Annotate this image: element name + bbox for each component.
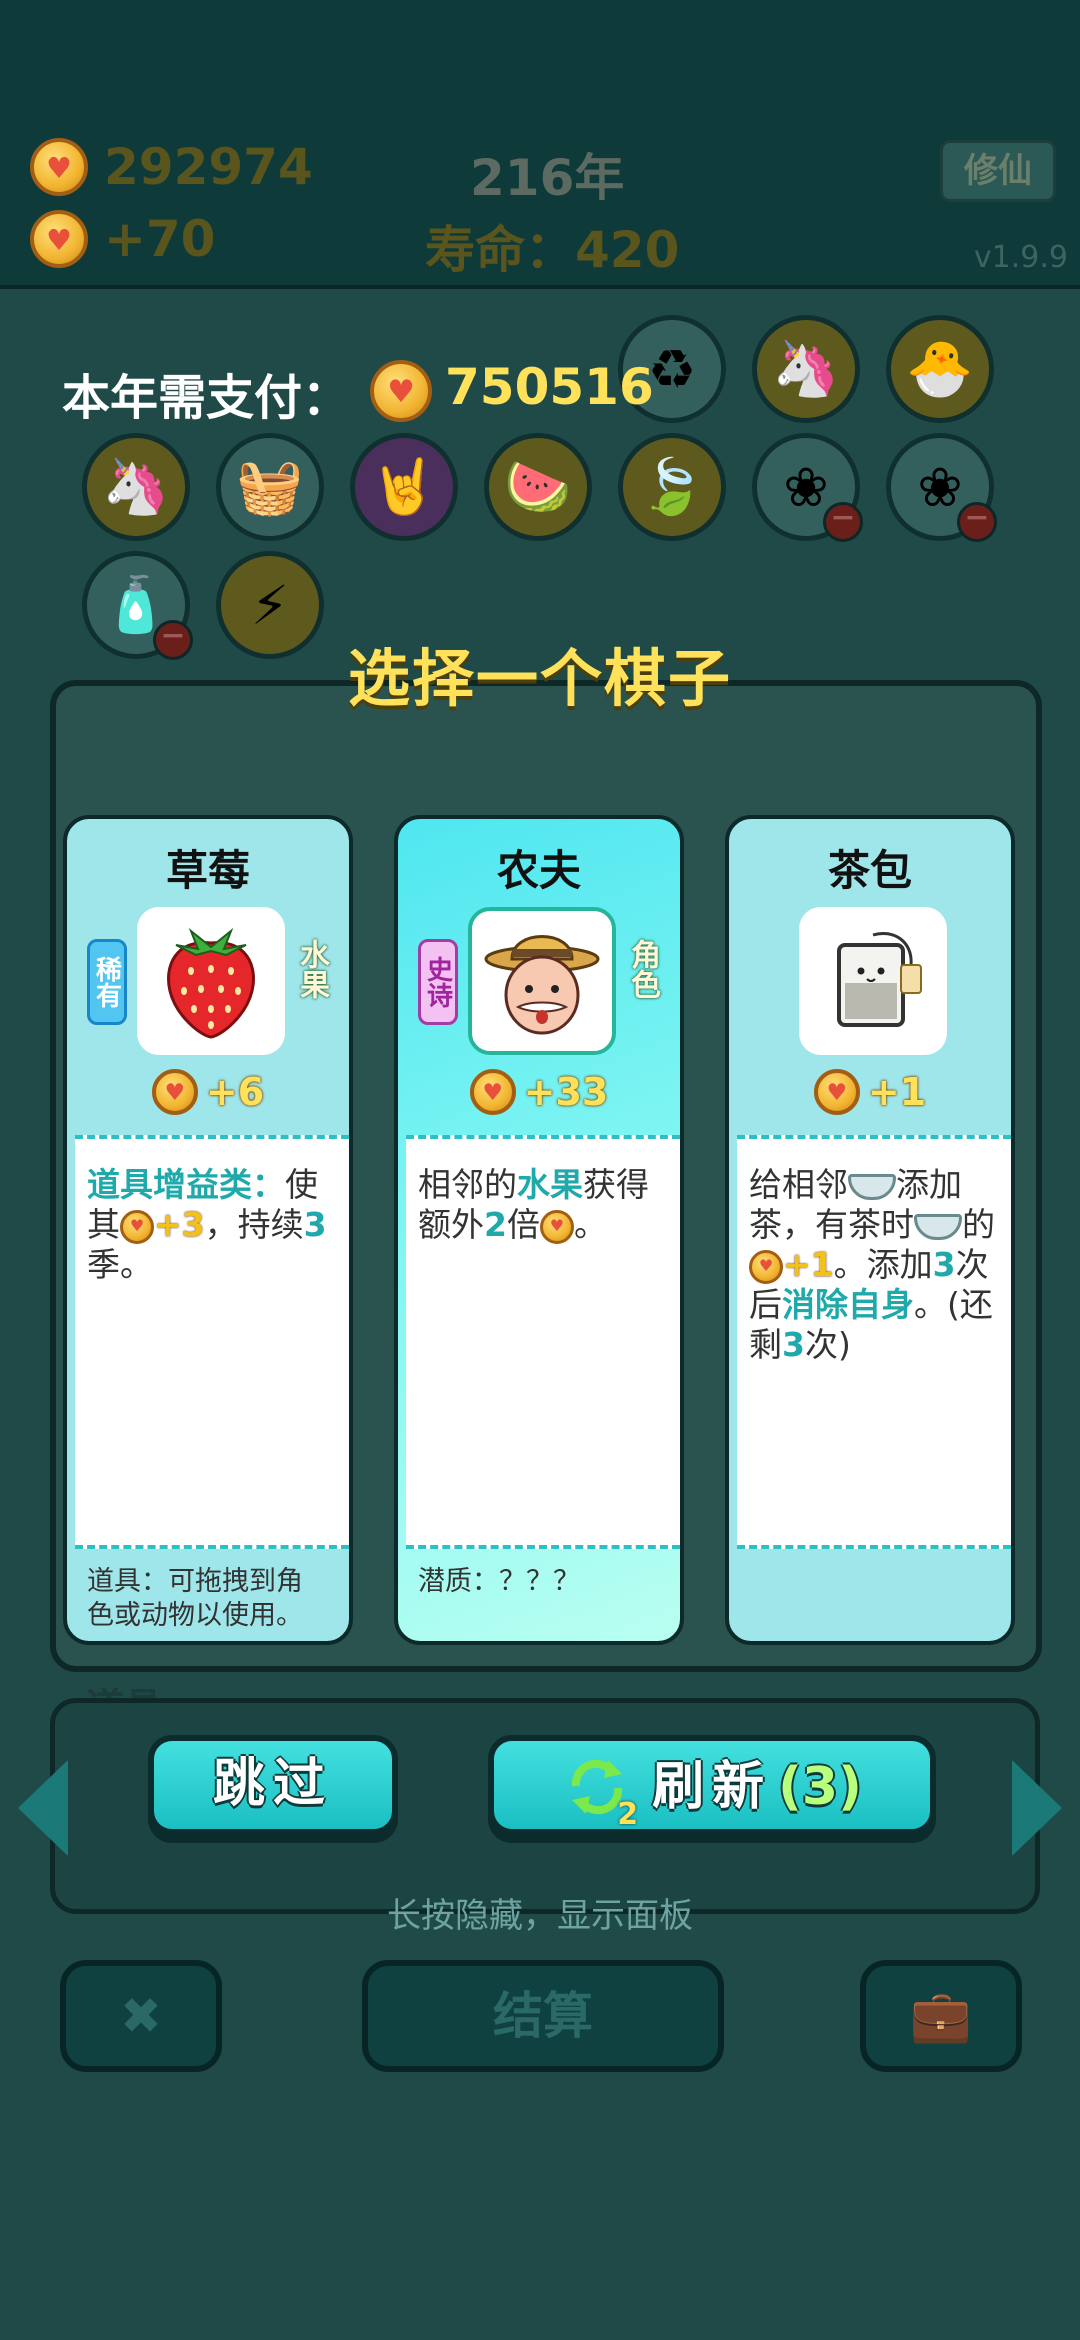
desc-segment: 2	[484, 1205, 507, 1244]
slot-6: 🤘	[350, 433, 458, 541]
piece-card-strawberry[interactable]: 草莓 稀有 水果 +6 道具增益类：使其+3，持续3季。 道具：可拖拽到角色或动…	[63, 815, 353, 1645]
desc-segment: +3	[154, 1205, 205, 1244]
value-text: +33	[523, 1070, 609, 1114]
refresh-icon: 2	[562, 1752, 638, 1830]
desc-segment: ，持续	[204, 1205, 304, 1244]
coin-delta-icon	[30, 210, 88, 268]
slot-5: 🧺	[216, 433, 324, 541]
refresh-count: (3)	[778, 1757, 862, 1817]
pay-value: 750516	[445, 358, 654, 416]
desc-segment: 相邻的	[418, 1165, 517, 1204]
refresh-button[interactable]: 2 刷新 (3)	[488, 1735, 936, 1835]
choose-title: 选择一个棋子	[347, 642, 732, 715]
slot-9: ❀ −	[752, 433, 863, 542]
coin-icon	[749, 1249, 783, 1284]
card-value: +33	[398, 1069, 680, 1115]
slot-2: 🦄	[752, 315, 860, 423]
coin-icon	[813, 1069, 860, 1115]
desc-segment: 次)	[804, 1325, 851, 1364]
slot-3: 🐣	[886, 315, 994, 423]
desc-segment: 3	[932, 1245, 956, 1284]
card-type: 水果	[294, 939, 329, 999]
value-text: +1	[867, 1070, 927, 1114]
coins-delta: +70	[104, 210, 216, 268]
card-description: 道具增益类：使其+3，持续3季。	[75, 1135, 349, 1549]
desc-segment: 道具增益类：	[87, 1165, 285, 1204]
card-footer: 潜质：？？？	[418, 1566, 580, 1597]
desc-segment: 。	[573, 1205, 607, 1244]
coin-icon	[151, 1069, 198, 1115]
version-label: v1.9.9	[973, 240, 1068, 275]
skip-button[interactable]: 跳过	[148, 1735, 398, 1835]
slot-10: ❀ −	[886, 433, 997, 542]
minus-icon: −	[823, 502, 863, 542]
card-footer: 道具：可拖拽到角色或动物以使用。	[87, 1566, 303, 1631]
desc-segment: 给相邻	[749, 1165, 848, 1204]
piece-card-farmer[interactable]: 农夫 史诗 角色 +33 相邻的水果获得额外2倍。 潜质：？？？	[394, 815, 684, 1645]
discard-button[interactable]: ✖	[60, 1960, 222, 2072]
slot-7: 🍉	[484, 433, 592, 541]
card-name: 农夫	[496, 846, 581, 895]
desc-segment: 季。	[87, 1245, 153, 1284]
year-label: 216年	[470, 149, 625, 207]
minus-icon: −	[957, 502, 997, 542]
card-description: 给相邻添加茶，有茶时的+1。添加3次后消除自身。(还剩3次)	[737, 1135, 1011, 1549]
strawberry-icon	[137, 907, 285, 1055]
coin-icon	[120, 1209, 154, 1244]
desc-segment: +1	[783, 1245, 834, 1284]
rarity-badge: 稀有	[87, 939, 127, 1025]
hide-hint: 长按隐藏，显示面板	[387, 1896, 693, 1936]
rarity-badge: 史诗	[418, 939, 458, 1025]
refresh-badge: 2	[617, 1797, 639, 1832]
arrow-left-icon[interactable]	[18, 1760, 68, 1856]
settle-button[interactable]: 结算	[362, 1960, 724, 2072]
coin-icon	[370, 360, 432, 422]
coin-icon	[539, 1209, 574, 1244]
piece-card-teabag[interactable]: 茶包 +1 给相邻添加茶，有茶时的+1。添加3次后消除自身。(还剩3次)	[725, 815, 1015, 1645]
skip-label: 跳过	[212, 1754, 333, 1814]
card-type: 角色	[625, 939, 660, 999]
coin-icon	[30, 138, 88, 196]
slot-8: 🍃	[618, 433, 726, 541]
card-name: 草莓	[165, 846, 250, 895]
desc-segment: 倍	[506, 1205, 540, 1244]
lifespan-label: 寿命：420	[425, 221, 680, 279]
desc-segment: 3	[782, 1325, 805, 1364]
arrow-right-icon[interactable]	[1012, 1760, 1062, 1856]
pay-label: 本年需支付：	[62, 370, 351, 426]
desc-segment: 水果	[517, 1165, 583, 1204]
desc-segment: 。添加	[833, 1245, 933, 1284]
bowl-icon	[914, 1213, 962, 1240]
xiuxian-button[interactable]: 修仙	[940, 140, 1056, 202]
slot-4: 🦄	[82, 433, 190, 541]
desc-segment: 消除自身	[782, 1285, 914, 1324]
top-status-bar: 292974 +70 216年 寿命：420 修仙	[0, 0, 1080, 289]
card-value: +1	[729, 1069, 1011, 1115]
farmer-icon	[468, 907, 616, 1055]
value-text: +6	[205, 1070, 265, 1114]
refresh-label: 刷新	[652, 1757, 773, 1817]
bowl-icon	[848, 1173, 896, 1200]
bag-button[interactable]: 💼	[860, 1960, 1022, 2072]
teabag-icon	[799, 907, 947, 1055]
card-name: 茶包	[827, 846, 912, 895]
card-description: 相邻的水果获得额外2倍。	[406, 1135, 680, 1549]
coins-total: 292974	[104, 138, 313, 196]
desc-segment: 3	[303, 1205, 327, 1244]
desc-segment: 的	[962, 1205, 995, 1244]
coin-icon	[469, 1069, 516, 1115]
card-value: +6	[67, 1069, 349, 1115]
